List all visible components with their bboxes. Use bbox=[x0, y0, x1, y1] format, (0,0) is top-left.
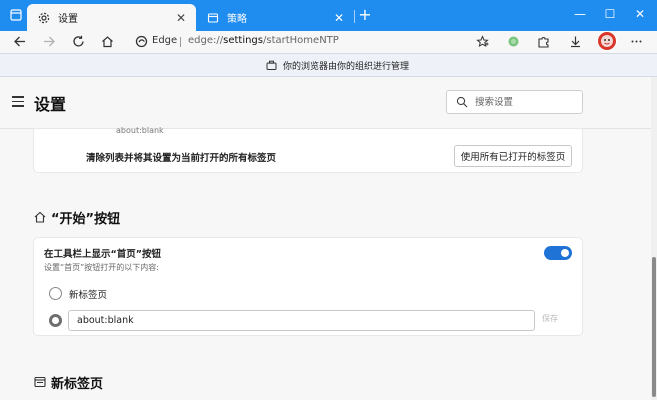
radio-custom-url[interactable] bbox=[49, 314, 62, 327]
home-url-input[interactable] bbox=[68, 310, 535, 331]
more-options-icon[interactable] bbox=[628, 33, 644, 49]
page-scrollbar[interactable] bbox=[651, 77, 657, 400]
managed-text: 你的浏览器由你的组织进行管理 bbox=[283, 62, 410, 72]
url-suffix: /startHomeNTP bbox=[263, 35, 339, 46]
home-button-card: 在工具栏上显示“首页”按钮 设置“首页”按钮打开的以下内容: 新标签页 保存 bbox=[34, 238, 582, 335]
page-title: 设置 bbox=[34, 95, 67, 114]
url-main: settings bbox=[223, 35, 263, 46]
tab-settings[interactable]: 设置 ✕ bbox=[27, 4, 196, 31]
use-open-tabs-button[interactable]: 使用所有已打开的标签页 bbox=[454, 145, 572, 167]
show-home-sublabel: 设置“首页”按钮打开的以下内容: bbox=[44, 263, 159, 272]
scrollbar-thumb[interactable] bbox=[652, 257, 656, 397]
home-section-icon bbox=[34, 211, 46, 223]
managed-infobar: 你的浏览器由你的组织进行管理 bbox=[0, 53, 657, 77]
refresh-button[interactable] bbox=[70, 33, 86, 49]
download-icon[interactable] bbox=[567, 33, 583, 49]
settings-header: 设置 bbox=[0, 77, 651, 129]
radio-new-tab[interactable] bbox=[49, 287, 62, 300]
home-section-title: “开始”按钮 bbox=[51, 212, 121, 227]
new-tab-button[interactable]: + bbox=[358, 7, 372, 23]
document-icon bbox=[206, 11, 220, 25]
close-tab-icon[interactable]: ✕ bbox=[332, 11, 346, 25]
newtab-section-title: 新标签页 bbox=[51, 377, 104, 392]
profile-avatar[interactable] bbox=[597, 31, 617, 51]
toggle-knob bbox=[561, 249, 569, 257]
address-separator bbox=[180, 37, 181, 47]
newtab-section-icon bbox=[34, 376, 46, 388]
show-home-label: 在工具栏上显示“首页”按钮 bbox=[44, 249, 161, 260]
browser-toolbar: Edge edge://settings/startHomeNTP bbox=[0, 31, 657, 53]
save-button[interactable]: 保存 bbox=[542, 313, 558, 324]
tab-separator bbox=[354, 10, 355, 23]
close-tab-icon[interactable]: ✕ bbox=[174, 11, 188, 25]
extension-green-icon[interactable] bbox=[505, 33, 521, 49]
search-input[interactable] bbox=[475, 94, 575, 110]
minimize-button[interactable]: — bbox=[573, 7, 587, 21]
add-favorite-icon[interactable] bbox=[474, 33, 490, 49]
tab-policy[interactable]: 策略 ✕ bbox=[196, 4, 354, 31]
show-home-toggle[interactable] bbox=[544, 246, 572, 260]
faded-page-entry: about:blank bbox=[116, 126, 164, 135]
url-prefix: edge:// bbox=[188, 35, 224, 46]
search-box[interactable] bbox=[446, 90, 583, 114]
search-icon bbox=[456, 96, 468, 108]
menu-icon[interactable] bbox=[12, 96, 24, 107]
forward-button[interactable] bbox=[41, 33, 57, 49]
tab-settings-label: 设置 bbox=[58, 14, 78, 25]
edge-logo-icon bbox=[133, 33, 149, 49]
startup-pages-card: about:blank 清除列表并将其设置为当前打开的所有标签页 使用所有已打开… bbox=[34, 126, 582, 172]
close-window-button[interactable]: ✕ bbox=[633, 7, 647, 21]
title-bar: 设置 ✕ 策略 ✕ + — ☐ ✕ bbox=[0, 0, 657, 31]
back-button[interactable] bbox=[11, 33, 27, 49]
address-bar[interactable]: edge://settings/startHomeNTP bbox=[188, 35, 339, 46]
extensions-puzzle-icon[interactable] bbox=[535, 33, 551, 49]
edge-label: Edge bbox=[152, 35, 178, 46]
clear-list-label: 清除列表并将其设置为当前打开的所有标签页 bbox=[86, 153, 277, 164]
window-menu-icon[interactable] bbox=[9, 9, 22, 22]
radio-new-tab-label: 新标签页 bbox=[69, 290, 108, 301]
tab-policy-label: 策略 bbox=[227, 14, 247, 25]
home-button[interactable] bbox=[99, 33, 115, 49]
gear-icon bbox=[37, 11, 51, 25]
briefcase-icon bbox=[266, 60, 277, 71]
maximize-button[interactable]: ☐ bbox=[603, 7, 617, 21]
